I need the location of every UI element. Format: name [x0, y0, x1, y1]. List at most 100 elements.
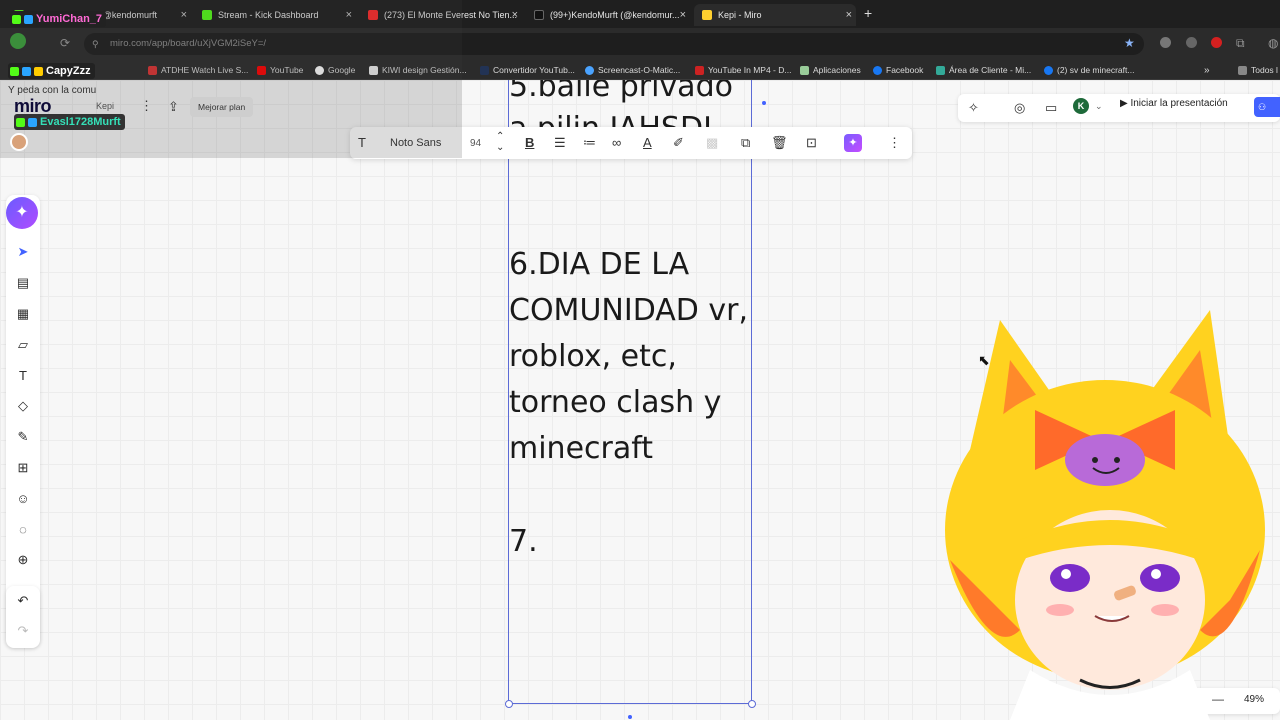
templates-icon[interactable]: ▤: [14, 274, 32, 292]
chat-emote-icon: [10, 133, 28, 151]
more-options-icon[interactable]: ⋮: [888, 135, 901, 151]
avatar[interactable]: K: [1073, 98, 1089, 114]
record-extension-icon[interactable]: [1211, 37, 1222, 48]
tab-label: (99+)KendoMurft (@kendomur...: [550, 10, 680, 20]
mp4-icon: [695, 65, 704, 75]
share-button[interactable]: ⚇: [1254, 97, 1280, 117]
start-presentation-button[interactable]: ▶ Iniciar la presentación: [1120, 98, 1228, 109]
ai-sparkle-icon[interactable]: ✦: [6, 197, 38, 229]
extension-icon[interactable]: [1160, 37, 1171, 48]
bookmark-facebook[interactable]: Facebook: [873, 63, 923, 77]
duplicate-icon[interactable]: ⧉: [741, 135, 750, 151]
text-line: minecraft: [509, 431, 654, 466]
kick-badge-icon: [12, 14, 21, 24]
close-icon[interactable]: ×: [846, 9, 852, 21]
close-icon[interactable]: ×: [512, 9, 518, 21]
link-icon[interactable]: ∞: [612, 135, 621, 150]
bookmark-star-icon[interactable]: ★: [1124, 36, 1135, 50]
profile-icon[interactable]: ◍: [1268, 36, 1278, 50]
align-left-icon[interactable]: ☰: [554, 135, 566, 151]
collaboration-bar: ✧ ◎ ▭: [958, 94, 1280, 122]
sub-badge-icon: [24, 14, 33, 24]
chat-username: Evasl1728Murft: [14, 114, 125, 130]
bookmark-label: YouTube In MP4 - D...: [708, 65, 792, 75]
emoji-icon[interactable]: ☺: [14, 490, 32, 508]
vtuber-avatar: [945, 310, 1265, 720]
kick-badge-icon: [16, 117, 25, 127]
extensions-puzzle-icon[interactable]: ⧉: [1236, 36, 1245, 51]
delete-icon[interactable]: 🗑: [771, 135, 788, 151]
resize-handle[interactable]: [748, 700, 756, 708]
chat-message: Y peda con la comu: [8, 85, 97, 96]
facebook-icon: [1044, 65, 1053, 75]
sticky-note-icon[interactable]: ▱: [14, 336, 32, 354]
text-tool-icon[interactable]: T: [14, 367, 32, 385]
bookmark-label: Screencast-O-Matic...: [598, 65, 681, 75]
chevron-down-icon[interactable]: ⌄: [1095, 101, 1103, 112]
lock-icon[interactable]: ⊡: [806, 135, 817, 151]
crown-badge-icon: [34, 66, 43, 76]
extension-icon[interactable]: [1186, 37, 1197, 48]
client-area-icon: [936, 65, 945, 75]
selected-text-box[interactable]: 5.baile privado a pilin JAHSDJ 6.DIA DE …: [508, 80, 752, 704]
font-size-field[interactable]: 94: [470, 138, 481, 149]
facebook-icon: [873, 65, 882, 75]
chat-username: CapyZzz: [8, 63, 95, 79]
redo-icon[interactable]: ↷: [14, 622, 32, 640]
resize-handle[interactable]: [505, 700, 513, 708]
bookmark-all[interactable]: Todos l: [1238, 63, 1278, 77]
more-bookmarks-icon[interactable]: »: [1204, 63, 1210, 77]
text-color-icon[interactable]: A: [643, 135, 652, 150]
frame-icon[interactable]: ⊞: [14, 459, 32, 477]
bookmark-screencast[interactable]: Screencast-O-Matic...: [585, 63, 680, 77]
converter-icon: [480, 65, 489, 75]
shapes-icon[interactable]: ◇: [14, 397, 32, 415]
frame-layout-icon[interactable]: ▦: [14, 305, 32, 323]
tab-label: Kepi - Miro: [718, 10, 762, 20]
bookmark-sv-minecraft[interactable]: (2) sv de minecraft...: [1044, 63, 1134, 77]
undo-icon[interactable]: ↶: [14, 592, 32, 610]
screencast-icon: [585, 65, 594, 75]
tab-tiktok-kendomurft[interactable]: (99+)KendoMurft (@kendomur... ×: [526, 4, 690, 26]
bookmark-aplicaciones[interactable]: Aplicaciones: [800, 63, 861, 77]
connector-dot[interactable]: [762, 101, 766, 105]
connector-dot[interactable]: [628, 715, 632, 719]
text-line: COMUNIDAD vr,: [509, 293, 749, 328]
miro-icon: [702, 10, 712, 20]
bookmark-label: Convertidor YouTub...: [493, 65, 575, 75]
tab-kepi-miro[interactable]: Kepi - Miro ×: [694, 4, 856, 26]
sub-badge-icon: [28, 117, 37, 127]
kick-badge-icon: [10, 66, 19, 76]
bullet-list-icon[interactable]: ≔: [583, 135, 596, 151]
new-tab-icon[interactable]: +: [864, 5, 872, 21]
bookmark-label: Facebook: [886, 65, 924, 75]
fill-pattern-icon[interactable]: ▩: [706, 135, 718, 151]
bookmark-label: Aplicaciones: [813, 65, 861, 75]
pen-icon[interactable]: ✎: [14, 428, 32, 446]
chat-emote-icon: [10, 33, 26, 49]
bookmark-label: (2) sv de minecraft...: [1057, 65, 1135, 75]
bookmark-convertidor[interactable]: Convertidor YouTub...: [480, 63, 575, 77]
chat-username-text: YumiChan_7: [36, 13, 103, 25]
comment-icon[interactable]: ◌: [14, 521, 32, 539]
bookmark-label: Área de Cliente - Mi...: [949, 65, 1032, 75]
text-line: 6.DIA DE LA: [509, 247, 690, 282]
close-icon[interactable]: ×: [680, 9, 686, 21]
bold-icon[interactable]: B: [525, 135, 534, 150]
add-more-icon[interactable]: ⊕: [14, 551, 32, 569]
present-label: Iniciar la presentación: [1130, 98, 1228, 109]
text-line: 7.: [509, 524, 538, 559]
select-tool-icon[interactable]: ➤: [14, 243, 32, 261]
highlight-icon[interactable]: ✐: [673, 135, 684, 151]
reactions-icon[interactable]: ✧: [968, 100, 979, 116]
video-call-icon[interactable]: ▭: [1045, 100, 1057, 116]
chat-icon[interactable]: ◎: [1014, 100, 1025, 116]
bookmark-youtube-mp4[interactable]: YouTube In MP4 - D...: [695, 63, 791, 77]
left-toolbar: [6, 195, 40, 647]
folder-icon: [1238, 65, 1247, 75]
chat-username: YumiChan_7: [10, 11, 107, 27]
bookmark-area-cliente[interactable]: Área de Cliente - Mi...: [936, 63, 1031, 77]
font-size-stepper-icon[interactable]: ⌃ ⌄: [496, 131, 504, 153]
ai-assist-icon[interactable]: ✦: [844, 134, 862, 152]
text-line: torneo clash y: [509, 385, 722, 420]
